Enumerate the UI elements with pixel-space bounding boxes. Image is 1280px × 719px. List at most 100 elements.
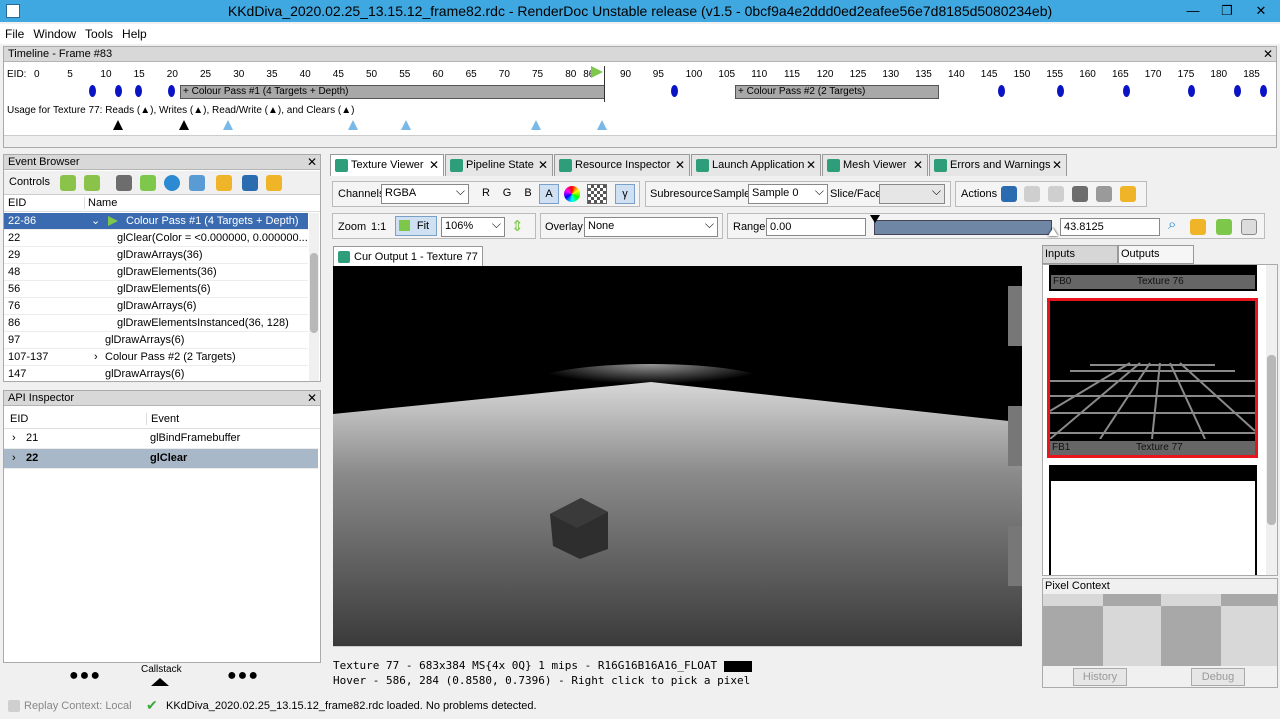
col-name[interactable]: Name — [84, 197, 117, 209]
api-row[interactable]: › 21 glBindFramebuffer — [4, 429, 318, 449]
history-button[interactable]: History — [1073, 668, 1127, 686]
binoculars-icon[interactable] — [116, 175, 132, 191]
range-slider[interactable] — [874, 220, 1052, 235]
chevron-down-icon[interactable]: ⌄ — [91, 213, 100, 229]
checkerboard-icon[interactable] — [587, 184, 607, 204]
tab-resource-inspector[interactable]: Resource Inspector ✕ — [554, 154, 690, 176]
find-prev-icon[interactable] — [60, 175, 76, 191]
maximize-button[interactable]: ❐ — [1210, 0, 1244, 22]
tab-pipeline-state[interactable]: Pipeline State ✕ — [445, 154, 553, 176]
range-min-handle[interactable] — [870, 215, 880, 223]
binoculars-icon[interactable] — [1072, 186, 1088, 202]
find-next-icon[interactable] — [84, 175, 100, 191]
replay-context-label[interactable]: Replay Context: Local — [24, 700, 132, 712]
tab-mesh-viewer[interactable]: Mesh Viewer ✕ — [822, 154, 928, 176]
channel-g-toggle[interactable]: G — [498, 184, 516, 204]
gamma-toggle[interactable]: γ — [615, 184, 635, 204]
event-row[interactable]: 97 glDrawArrays(6) — [4, 332, 308, 349]
texture-vscroll[interactable] — [1022, 266, 1036, 646]
pixel-grid[interactable] — [1043, 594, 1277, 666]
timeline-scrollbar[interactable] — [4, 135, 1276, 147]
channel-a-toggle[interactable]: A — [539, 184, 559, 204]
channels-select[interactable]: RGBA — [381, 184, 469, 204]
chevron-right-icon[interactable]: › — [12, 429, 16, 448]
close-window-button[interactable]: ✕ — [1244, 0, 1278, 22]
close-icon[interactable]: ✕ — [307, 155, 317, 169]
callstack-label[interactable]: Callstack — [141, 664, 182, 675]
minimize-button[interactable]: — — [1176, 0, 1210, 22]
range-max-input[interactable]: 43.8125 — [1060, 218, 1160, 236]
timeline-pass-1[interactable]: + Colour Pass #1 (4 Targets + Depth) — [180, 85, 605, 99]
event-marker[interactable] — [998, 85, 1005, 97]
event-marker[interactable] — [115, 85, 122, 97]
event-row[interactable]: 107-137 › Colour Pass #2 (2 Targets) — [4, 349, 308, 366]
menu-window[interactable]: Window — [28, 24, 80, 41]
event-row[interactable]: 56 glDrawElements(6) — [4, 281, 308, 298]
zoom-select[interactable]: 106% — [441, 217, 505, 237]
timeline-pass-2[interactable]: + Colour Pass #2 (2 Targets) — [735, 85, 939, 99]
color-wheel-icon[interactable] — [564, 186, 580, 202]
thumbnail-scrollbar[interactable] — [1266, 265, 1277, 575]
chart-icon[interactable] — [189, 175, 205, 191]
fit-button[interactable]: Fit — [395, 216, 437, 236]
range-min-input[interactable]: 0.00 — [766, 218, 866, 236]
thumbnail-empty[interactable] — [1049, 465, 1257, 575]
copy-icon[interactable] — [1024, 186, 1040, 202]
event-scrollbar[interactable] — [309, 213, 319, 381]
col-eid[interactable]: EID — [10, 413, 28, 425]
menu-help[interactable]: Help — [117, 24, 151, 41]
texture-view[interactable] — [333, 266, 1036, 646]
scrollbar-thumb[interactable] — [310, 253, 318, 333]
close-icon[interactable]: ✕ — [806, 158, 816, 172]
event-row[interactable]: 48 glDrawElements(36) — [4, 264, 308, 281]
event-marker[interactable] — [1234, 85, 1241, 97]
overlay-select[interactable]: None — [584, 217, 718, 237]
flag-icon[interactable] — [140, 175, 156, 191]
flip-icon[interactable]: ⇕ — [511, 217, 524, 235]
settings-icon[interactable] — [216, 175, 232, 191]
tab-errors-and-warnings[interactable]: Errors and Warnings ✕ — [929, 154, 1067, 176]
chevron-right-icon[interactable]: › — [12, 449, 16, 468]
view-icon[interactable] — [1048, 186, 1064, 202]
event-row[interactable]: 22-86 ⌄ Colour Pass #1 (4 Targets + Depth) — [4, 213, 308, 230]
link-icon[interactable] — [1096, 186, 1112, 202]
event-marker[interactable] — [1260, 85, 1267, 97]
slice-face-select[interactable] — [879, 184, 945, 204]
event-row[interactable]: 22 glClear(Color = <0.000000, 0.000000... — [4, 230, 308, 247]
event-marker[interactable] — [89, 85, 96, 97]
auto-fit-icon[interactable] — [1190, 219, 1206, 235]
event-row[interactable]: 86 glDrawElementsInstanced(36, 128) — [4, 315, 308, 332]
tab-texture-viewer[interactable]: Texture Viewer ✕ — [330, 154, 444, 176]
expand-icon[interactable] — [151, 678, 169, 686]
col-event[interactable]: Event — [146, 413, 179, 425]
histogram-icon[interactable] — [1241, 219, 1257, 235]
event-row[interactable]: 76 glDrawArrays(6) — [4, 298, 308, 315]
tab-launch-application[interactable]: Launch Application ✕ — [691, 154, 821, 176]
sample-select[interactable]: Sample 0 — [748, 184, 828, 204]
save-icon[interactable] — [1001, 186, 1017, 202]
clock-icon[interactable] — [164, 175, 180, 191]
channel-r-toggle[interactable]: R — [477, 184, 495, 204]
zoom-1to1-button[interactable]: 1:1 — [371, 221, 386, 233]
event-row[interactable]: 147 glDrawArrays(6) — [4, 366, 308, 383]
tab-inputs[interactable]: Inputs — [1042, 245, 1118, 264]
more-icon[interactable]: ●●● — [227, 667, 259, 685]
tab-outputs[interactable]: Outputs — [1118, 245, 1194, 264]
event-row[interactable]: 29 glDrawArrays(36) — [4, 247, 308, 264]
reset-icon[interactable] — [1216, 219, 1232, 235]
puzzle-icon[interactable] — [1120, 186, 1136, 202]
zoom-range-icon[interactable]: ⌕ — [1168, 216, 1176, 233]
thumbnail-fb1[interactable]: FB1 Texture 77 — [1047, 298, 1258, 458]
close-icon[interactable]: ✕ — [675, 158, 685, 172]
close-icon[interactable]: ✕ — [538, 158, 548, 172]
chevron-right-icon[interactable]: › — [94, 349, 98, 365]
event-marker[interactable] — [1123, 85, 1130, 97]
close-icon[interactable]: ✕ — [1052, 158, 1062, 172]
event-marker[interactable] — [671, 85, 678, 97]
menu-tools[interactable]: Tools — [80, 24, 117, 41]
event-marker[interactable] — [1188, 85, 1195, 97]
thumbnail-fb0[interactable]: FB0 Texture 76 — [1049, 265, 1257, 291]
save-icon[interactable] — [242, 175, 258, 191]
menu-file[interactable]: File — [0, 24, 28, 41]
debug-button[interactable]: Debug — [1191, 668, 1245, 686]
